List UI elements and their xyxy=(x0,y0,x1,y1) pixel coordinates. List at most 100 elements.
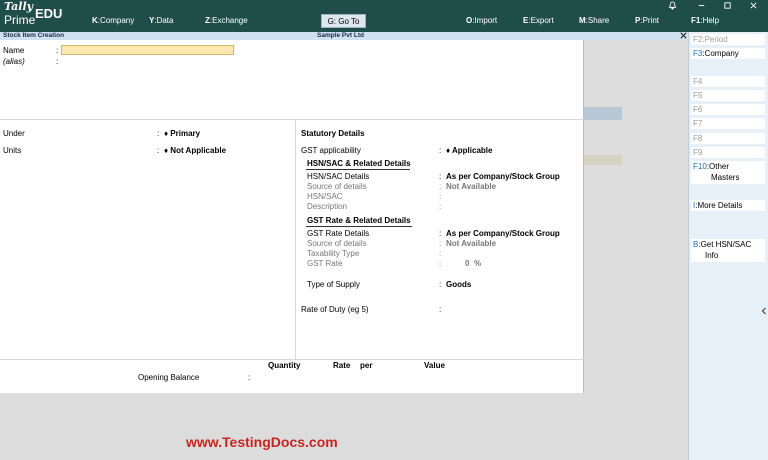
value-header: Value xyxy=(424,361,445,370)
f2-period-button[interactable]: F2:Period xyxy=(691,34,765,45)
button-key: F9 xyxy=(693,148,703,157)
statutory-title: Statutory Details xyxy=(301,129,365,138)
menu-label: :Exchange xyxy=(209,16,248,25)
colon: : xyxy=(439,202,442,211)
button-label: :More Details xyxy=(695,201,743,210)
menu-label: :Data xyxy=(154,16,174,25)
colon: : xyxy=(439,192,442,201)
minimize-icon[interactable] xyxy=(697,1,706,10)
supply-value[interactable]: Goods xyxy=(446,280,471,289)
f3-company-button[interactable]: F3:Company xyxy=(691,48,765,59)
name-input[interactable] xyxy=(61,45,234,55)
description-label: Description xyxy=(307,202,348,211)
close-icon[interactable] xyxy=(749,1,758,10)
colon: : xyxy=(439,146,442,155)
under-value[interactable]: ♦ Primary xyxy=(164,129,200,138)
tally-logo: Tally Prime xyxy=(4,0,36,28)
title-strip: Stock Item Creation Sample Pvt Ltd xyxy=(0,32,688,40)
background-strip xyxy=(584,107,622,120)
divider xyxy=(295,119,296,359)
top-bar: Tally Prime EDU K:Company Y:Data Z:Excha… xyxy=(0,0,768,32)
watermark-text: www.TestingDocs.com xyxy=(186,434,338,450)
menu-data[interactable]: Y:Data xyxy=(149,16,173,25)
more-details-button[interactable]: I:More Details xyxy=(691,200,765,211)
button-key: F7 xyxy=(693,119,703,128)
menu-help[interactable]: F1:Help xyxy=(691,16,719,25)
close-screen-icon[interactable] xyxy=(679,31,688,40)
menu-company[interactable]: K:Company xyxy=(92,16,134,25)
bell-icon[interactable] xyxy=(668,1,677,10)
logo-tally: Tally xyxy=(4,0,34,13)
section-underline xyxy=(306,169,410,170)
gst-rate-details-value[interactable]: As per Company/Stock Group xyxy=(446,229,560,238)
gst-rate-section-title: GST Rate & Related Details xyxy=(307,216,411,225)
menu-label: :Print xyxy=(640,16,660,25)
get-hsn-sac-button[interactable]: B:Get HSN/SAC Info xyxy=(691,239,765,262)
menu-key: F1 xyxy=(691,16,701,25)
menu-import[interactable]: O:Import xyxy=(466,16,497,25)
f5-button[interactable]: F5 xyxy=(691,90,765,101)
button-key: F3 xyxy=(693,49,703,58)
menu-label: :Company xyxy=(97,16,135,25)
colon: : xyxy=(439,259,442,268)
button-key: F8 xyxy=(693,134,703,143)
goto-button[interactable]: G: Go To xyxy=(321,14,366,28)
divider xyxy=(0,119,584,120)
f7-button[interactable]: F7 xyxy=(691,118,765,129)
gst-rate-value: 0 xyxy=(465,259,470,268)
f10-other-masters-button[interactable]: F10:Other Masters xyxy=(691,161,765,184)
menu-label: :Export xyxy=(528,16,554,25)
menu-export[interactable]: E:Export xyxy=(523,16,554,25)
hsn-label: HSN/SAC xyxy=(307,192,343,201)
button-key: F4 xyxy=(693,77,703,86)
f4-button[interactable]: F4 xyxy=(691,76,765,87)
menu-key: M xyxy=(579,16,586,25)
button-label-line2: Info xyxy=(705,251,719,260)
button-label: :Company xyxy=(702,49,739,58)
section-underline xyxy=(306,226,412,227)
colon: : xyxy=(439,249,442,258)
units-value[interactable]: ♦ Not Applicable xyxy=(164,146,226,155)
taxability-label: Taxability Type xyxy=(307,249,360,258)
rate-header: Rate xyxy=(333,361,351,370)
colon: : xyxy=(56,46,59,55)
colon: : xyxy=(157,146,160,155)
units-label: Units xyxy=(3,146,22,155)
logo-prime: Prime xyxy=(4,13,36,27)
quantity-header: Quantity xyxy=(268,361,301,370)
background-strip xyxy=(584,155,622,165)
menu-label: :Share xyxy=(585,16,610,25)
button-label: :Period xyxy=(702,35,728,44)
button-key: F10 xyxy=(693,162,707,171)
menu-exchange[interactable]: Z:Exchange xyxy=(205,16,248,25)
button-key: F6 xyxy=(693,105,703,114)
colon: : xyxy=(439,229,442,238)
gst-applicability-value[interactable]: ♦ Applicable xyxy=(446,146,492,155)
hsn-details-value[interactable]: As per Company/Stock Group xyxy=(446,172,560,181)
chevron-left-icon[interactable] xyxy=(761,307,767,315)
divider xyxy=(0,359,584,360)
f8-button[interactable]: F8 xyxy=(691,133,765,144)
colon: : xyxy=(439,239,442,248)
menu-label: :Help xyxy=(700,16,720,25)
f9-button[interactable]: F9 xyxy=(691,147,765,158)
hsn-source-value: Not Available xyxy=(446,182,497,191)
colon: : xyxy=(439,280,442,289)
menu-share[interactable]: M:Share xyxy=(579,16,609,25)
gst-source-label: Source of details xyxy=(307,239,367,248)
opening-balance-label: Opening Balance xyxy=(138,373,200,382)
colon: : xyxy=(439,172,442,181)
colon: : xyxy=(157,129,160,138)
colon: : xyxy=(439,182,442,191)
gst-rate-details-label: GST Rate Details xyxy=(307,229,370,238)
maximize-icon[interactable] xyxy=(723,1,732,10)
f6-button[interactable]: F6 xyxy=(691,104,765,115)
colon: : xyxy=(248,373,251,382)
stock-item-form: Name : (alias) : Under : ♦ Primary Units… xyxy=(0,40,584,393)
gst-source-value: Not Available xyxy=(446,239,497,248)
menu-print[interactable]: P:Print xyxy=(635,16,659,25)
screen-title: Stock Item Creation xyxy=(3,32,65,39)
edition-label: EDU xyxy=(35,6,63,21)
alias-label: (alias) xyxy=(3,57,25,66)
supply-label: Type of Supply xyxy=(307,280,360,289)
